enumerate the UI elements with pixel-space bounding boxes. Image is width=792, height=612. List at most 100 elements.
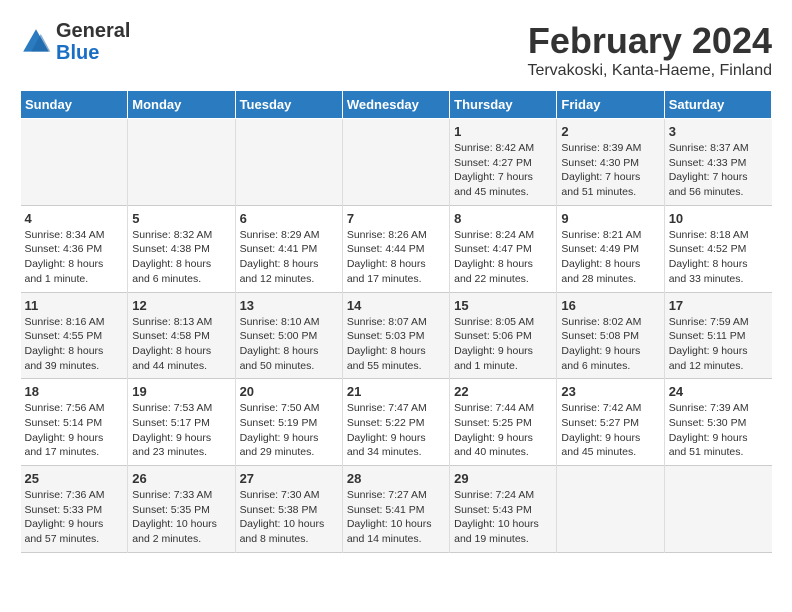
calendar-cell: 4 Sunrise: 8:34 AM Sunset: 4:36 PM Daylig… <box>21 205 128 292</box>
day-info: Sunrise: 7:33 AM Sunset: 5:35 PM Dayligh… <box>132 488 230 547</box>
calendar-cell: 27Sunrise: 7:30 AM Sunset: 5:38 PM Dayli… <box>235 466 342 553</box>
day-info: Sunrise: 7:39 AM Sunset: 5:30 PM Dayligh… <box>669 401 768 460</box>
day-info: Sunrise: 8:16 AM Sunset: 4:55 PM Dayligh… <box>25 315 124 374</box>
day-info: Sunrise: 7:24 AM Sunset: 5:43 PM Dayligh… <box>454 488 552 547</box>
calendar-cell: 26 Sunrise: 7:33 AM Sunset: 5:35 PM Dayli… <box>128 466 235 553</box>
day-number: 10 <box>669 211 768 226</box>
calendar-cell: 24 Sunrise: 7:39 AM Sunset: 5:30 PM Dayli… <box>664 379 771 466</box>
calendar-cell: 20Sunrise: 7:50 AM Sunset: 5:19 PM Dayli… <box>235 379 342 466</box>
column-header-thursday: Thursday <box>450 91 557 119</box>
calendar-cell: 11 Sunrise: 8:16 AM Sunset: 4:55 PM Dayli… <box>21 292 128 379</box>
day-number: 12 <box>132 298 230 313</box>
day-number: 2 <box>561 124 659 139</box>
day-number: 18 <box>25 384 124 399</box>
day-number: 24 <box>669 384 768 399</box>
calendar-cell: 13 Sunrise: 8:10 AM Sunset: 5:00 PM Dayli… <box>235 292 342 379</box>
day-number: 9 <box>561 211 659 226</box>
day-number: 4 <box>25 211 124 226</box>
calendar-cell: 7 Sunrise: 8:26 AM Sunset: 4:44 PM Daylig… <box>342 205 449 292</box>
day-info: Sunrise: 7:53 AM Sunset: 5:17 PM Dayligh… <box>132 401 230 460</box>
calendar-cell: 5 Sunrise: 8:32 AM Sunset: 4:38 PM Daylig… <box>128 205 235 292</box>
calendar-cell: 1Sunrise: 8:42 AM Sunset: 4:27 PM Daylig… <box>450 119 557 206</box>
calendar-table: SundayMondayTuesdayWednesdayThursdayFrid… <box>20 90 772 553</box>
day-number: 20 <box>240 384 338 399</box>
day-info: Sunrise: 8:21 AM Sunset: 4:49 PM Dayligh… <box>561 228 659 287</box>
calendar-cell: 2 Sunrise: 8:39 AM Sunset: 4:30 PM Daylig… <box>557 119 664 206</box>
calendar-cell: 19 Sunrise: 7:53 AM Sunset: 5:17 PM Dayli… <box>128 379 235 466</box>
week-row-4: 18Sunrise: 7:56 AM Sunset: 5:14 PM Dayli… <box>21 379 772 466</box>
day-number: 11 <box>25 298 124 313</box>
calendar-cell <box>664 466 771 553</box>
day-info: Sunrise: 8:37 AM Sunset: 4:33 PM Dayligh… <box>669 141 768 200</box>
day-info: Sunrise: 7:59 AM Sunset: 5:11 PM Dayligh… <box>669 315 768 374</box>
day-number: 5 <box>132 211 230 226</box>
day-info: Sunrise: 8:13 AM Sunset: 4:58 PM Dayligh… <box>132 315 230 374</box>
day-info: Sunrise: 7:47 AM Sunset: 5:22 PM Dayligh… <box>347 401 445 460</box>
calendar-cell <box>557 466 664 553</box>
day-number: 17 <box>669 298 768 313</box>
day-number: 23 <box>561 384 659 399</box>
column-header-wednesday: Wednesday <box>342 91 449 119</box>
page-header: General Blue February 2024 Tervakoski, K… <box>20 20 772 80</box>
calendar-cell: 6 Sunrise: 8:29 AM Sunset: 4:41 PM Daylig… <box>235 205 342 292</box>
calendar-cell <box>21 119 128 206</box>
day-number: 26 <box>132 471 230 486</box>
day-info: Sunrise: 7:44 AM Sunset: 5:25 PM Dayligh… <box>454 401 552 460</box>
column-header-sunday: Sunday <box>21 91 128 119</box>
day-info: Sunrise: 8:29 AM Sunset: 4:41 PM Dayligh… <box>240 228 338 287</box>
day-info: Sunrise: 7:30 AM Sunset: 5:38 PM Dayligh… <box>240 488 338 547</box>
calendar-cell: 12 Sunrise: 8:13 AM Sunset: 4:58 PM Dayli… <box>128 292 235 379</box>
day-number: 22 <box>454 384 552 399</box>
calendar-cell: 14 Sunrise: 8:07 AM Sunset: 5:03 PM Dayli… <box>342 292 449 379</box>
day-info: Sunrise: 8:05 AM Sunset: 5:06 PM Dayligh… <box>454 315 552 374</box>
day-number: 29 <box>454 471 552 486</box>
calendar-cell: 15 Sunrise: 8:05 AM Sunset: 5:06 PM Dayli… <box>450 292 557 379</box>
day-number: 25 <box>25 471 124 486</box>
column-header-tuesday: Tuesday <box>235 91 342 119</box>
day-number: 14 <box>347 298 445 313</box>
day-number: 8 <box>454 211 552 226</box>
calendar-cell: 29 Sunrise: 7:24 AM Sunset: 5:43 PM Dayli… <box>450 466 557 553</box>
calendar-cell: 22 Sunrise: 7:44 AM Sunset: 5:25 PM Dayli… <box>450 379 557 466</box>
logo: General Blue <box>20 20 130 64</box>
day-number: 1 <box>454 124 552 139</box>
calendar-cell: 9 Sunrise: 8:21 AM Sunset: 4:49 PM Daylig… <box>557 205 664 292</box>
column-header-monday: Monday <box>128 91 235 119</box>
calendar-header-row: SundayMondayTuesdayWednesdayThursdayFrid… <box>21 91 772 119</box>
subtitle: Tervakoski, Kanta-Haeme, Finland <box>527 62 772 80</box>
day-number: 13 <box>240 298 338 313</box>
day-info: Sunrise: 8:32 AM Sunset: 4:38 PM Dayligh… <box>132 228 230 287</box>
day-number: 7 <box>347 211 445 226</box>
week-row-3: 11 Sunrise: 8:16 AM Sunset: 4:55 PM Dayli… <box>21 292 772 379</box>
calendar-cell <box>235 119 342 206</box>
day-info: Sunrise: 8:02 AM Sunset: 5:08 PM Dayligh… <box>561 315 659 374</box>
calendar-cell: 23Sunrise: 7:42 AM Sunset: 5:27 PM Dayli… <box>557 379 664 466</box>
title-block: February 2024 Tervakoski, Kanta-Haeme, F… <box>527 20 772 80</box>
calendar-cell <box>342 119 449 206</box>
day-number: 28 <box>347 471 445 486</box>
day-number: 15 <box>454 298 552 313</box>
day-number: 6 <box>240 211 338 226</box>
week-row-2: 4 Sunrise: 8:34 AM Sunset: 4:36 PM Daylig… <box>21 205 772 292</box>
calendar-cell: 21 Sunrise: 7:47 AM Sunset: 5:22 PM Dayli… <box>342 379 449 466</box>
week-row-5: 25Sunrise: 7:36 AM Sunset: 5:33 PM Dayli… <box>21 466 772 553</box>
calendar-cell: 25Sunrise: 7:36 AM Sunset: 5:33 PM Dayli… <box>21 466 128 553</box>
main-title: February 2024 <box>527 20 772 62</box>
day-info: Sunrise: 8:39 AM Sunset: 4:30 PM Dayligh… <box>561 141 659 200</box>
day-info: Sunrise: 7:27 AM Sunset: 5:41 PM Dayligh… <box>347 488 445 547</box>
day-info: Sunrise: 8:10 AM Sunset: 5:00 PM Dayligh… <box>240 315 338 374</box>
day-info: Sunrise: 8:26 AM Sunset: 4:44 PM Dayligh… <box>347 228 445 287</box>
calendar-cell: 16Sunrise: 8:02 AM Sunset: 5:08 PM Dayli… <box>557 292 664 379</box>
logo-text: General Blue <box>56 20 130 64</box>
calendar-cell: 3Sunrise: 8:37 AM Sunset: 4:33 PM Daylig… <box>664 119 771 206</box>
logo-icon <box>20 26 52 58</box>
day-info: Sunrise: 8:34 AM Sunset: 4:36 PM Dayligh… <box>25 228 124 287</box>
calendar-cell: 8 Sunrise: 8:24 AM Sunset: 4:47 PM Daylig… <box>450 205 557 292</box>
day-info: Sunrise: 8:07 AM Sunset: 5:03 PM Dayligh… <box>347 315 445 374</box>
day-info: Sunrise: 8:24 AM Sunset: 4:47 PM Dayligh… <box>454 228 552 287</box>
calendar-cell: 17 Sunrise: 7:59 AM Sunset: 5:11 PM Dayli… <box>664 292 771 379</box>
calendar-cell: 10Sunrise: 8:18 AM Sunset: 4:52 PM Dayli… <box>664 205 771 292</box>
day-number: 21 <box>347 384 445 399</box>
day-number: 19 <box>132 384 230 399</box>
calendar-cell: 18Sunrise: 7:56 AM Sunset: 5:14 PM Dayli… <box>21 379 128 466</box>
